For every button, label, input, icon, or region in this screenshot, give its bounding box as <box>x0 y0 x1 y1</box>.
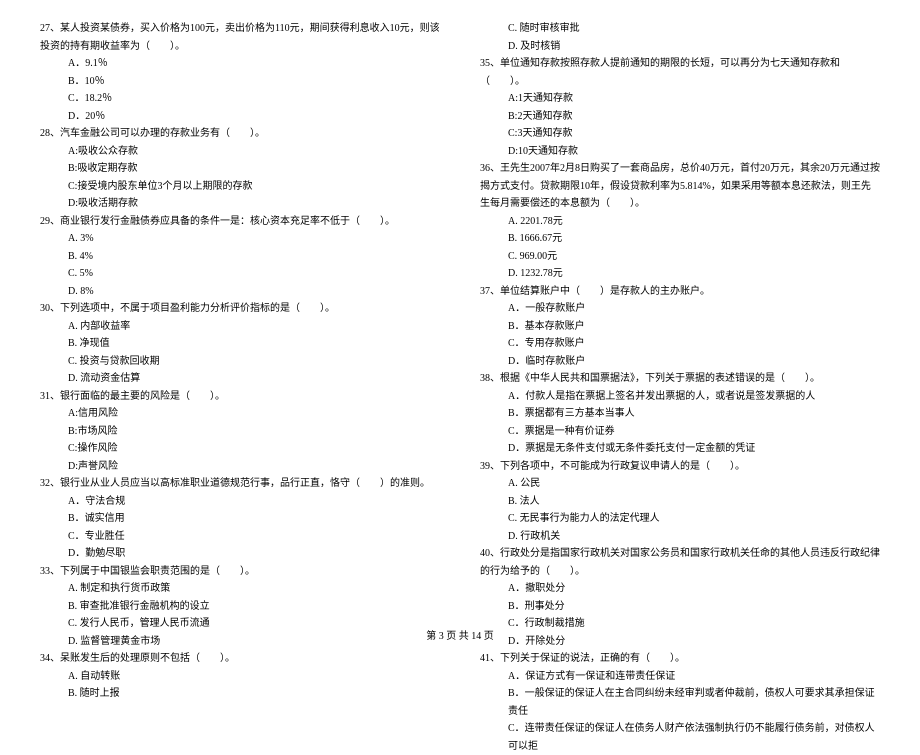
q32-d: D．勤勉尽职 <box>40 545 440 563</box>
q35-stem: 35、单位通知存款按照存款人提前通知的期限的长短，可以再分为七天通知存款和（ ）… <box>480 55 880 90</box>
q37-a: A．一般存款账户 <box>480 300 880 318</box>
q30-stem: 30、下列选项中，不属于项目盈利能力分析评价指标的是（ ）。 <box>40 300 440 318</box>
q38-a: A．付款人是指在票据上签名并发出票据的人，或者说是签发票据的人 <box>480 388 880 406</box>
q29-d: D. 8% <box>40 283 440 301</box>
q31-d: D:声誉风险 <box>40 458 440 476</box>
q31-c: C:操作风险 <box>40 440 440 458</box>
q39-b: B. 法人 <box>480 493 880 511</box>
q40-b: B．刑事处分 <box>480 598 880 616</box>
right-column: C. 随时审核审批 D. 及时核销 35、单位通知存款按照存款人提前通知的期限的… <box>480 20 880 610</box>
q35-d: D:10天通知存款 <box>480 143 880 161</box>
q32-a: A．守法合规 <box>40 493 440 511</box>
q33-b: B. 审查批准银行金融机构的设立 <box>40 598 440 616</box>
q28-c: C:接受境内股东单位3个月以上期限的存款 <box>40 178 440 196</box>
q27-d: D．20％ <box>40 108 440 126</box>
q29-a: A. 3% <box>40 230 440 248</box>
q28-d: D:吸收活期存款 <box>40 195 440 213</box>
q34-stem: 34、呆账发生后的处理原则不包括（ ）。 <box>40 650 440 668</box>
q32-b: B．诚实信用 <box>40 510 440 528</box>
q33-stem: 33、下列属于中国银监会职责范围的是（ ）。 <box>40 563 440 581</box>
q37-d: D．临时存款账户 <box>480 353 880 371</box>
q41-a: A．保证方式有一保证和连带责任保证 <box>480 668 880 686</box>
q31-stem: 31、银行面临的最主要的风险是（ ）。 <box>40 388 440 406</box>
q30-b: B. 净现值 <box>40 335 440 353</box>
q38-d: D．票据是无条件支付或无条件委托支付一定金额的凭证 <box>480 440 880 458</box>
q40-a: A．撤职处分 <box>480 580 880 598</box>
q29-b: B. 4% <box>40 248 440 266</box>
q30-a: A. 内部收益率 <box>40 318 440 336</box>
q35-b: B:2天通知存款 <box>480 108 880 126</box>
q35-a: A:1天通知存款 <box>480 90 880 108</box>
two-column-layout: 27、某人投资某债券，买入价格为100元，卖出价格为110元，期间获得利息收入1… <box>40 20 880 610</box>
q38-b: B．票据都有三方基本当事人 <box>480 405 880 423</box>
q34-c: C. 随时审核审批 <box>480 20 880 38</box>
q33-a: A. 制定和执行货币政策 <box>40 580 440 598</box>
q30-d: D. 流动资金估算 <box>40 370 440 388</box>
q34-b: B. 随时上报 <box>40 685 440 703</box>
q39-c: C. 无民事行为能力人的法定代理人 <box>480 510 880 528</box>
q28-stem: 28、汽车金融公司可以办理的存款业务有（ ）。 <box>40 125 440 143</box>
q29-c: C. 5% <box>40 265 440 283</box>
q29-stem: 29、商业银行发行金融债券应具备的条件一是：核心资本充足率不低于（ ）。 <box>40 213 440 231</box>
q31-b: B:市场风险 <box>40 423 440 441</box>
q28-b: B:吸收定期存款 <box>40 160 440 178</box>
q30-c: C. 投资与贷款回收期 <box>40 353 440 371</box>
q40-stem: 40、行政处分是指国家行政机关对国家公务员和国家行政机关任命的其他人员违反行政纪… <box>480 545 880 580</box>
q34-d: D. 及时核销 <box>480 38 880 56</box>
q36-stem: 36、王先生2007年2月8日购买了一套商品房，总价40万元，首付20万元，其余… <box>480 160 880 213</box>
left-column: 27、某人投资某债券，买入价格为100元，卖出价格为110元，期间获得利息收入1… <box>40 20 440 610</box>
q38-stem: 38、根据《中华人民共和国票据法》，下列关于票据的表述错误的是（ ）。 <box>480 370 880 388</box>
page-footer: 第 3 页 共 14 页 <box>0 627 920 642</box>
q39-d: D. 行政机关 <box>480 528 880 546</box>
q37-stem: 37、单位结算账户中（ ）是存款人的主办账户。 <box>480 283 880 301</box>
q32-stem: 32、银行业从业人员应当以高标准职业道德规范行事，品行正直，恪守（ ）的准则。 <box>40 475 440 493</box>
q36-b: B. 1666.67元 <box>480 230 880 248</box>
q38-c: C．票据是一种有价证券 <box>480 423 880 441</box>
q36-c: C. 969.00元 <box>480 248 880 266</box>
q41-stem: 41、下列关于保证的说法，正确的有（ ）。 <box>480 650 880 668</box>
q27-b: B．10％ <box>40 73 440 91</box>
q35-c: C:3天通知存款 <box>480 125 880 143</box>
q37-c: C．专用存款账户 <box>480 335 880 353</box>
q27-stem: 27、某人投资某债券，买入价格为100元，卖出价格为110元，期间获得利息收入1… <box>40 20 440 55</box>
q36-a: A. 2201.78元 <box>480 213 880 231</box>
q34-a: A. 自动转账 <box>40 668 440 686</box>
q37-b: B．基本存款账户 <box>480 318 880 336</box>
q32-c: C．专业胜任 <box>40 528 440 546</box>
q31-a: A:信用风险 <box>40 405 440 423</box>
q41-b: B．一般保证的保证人在主合同纠纷未经审判或者仲裁前，债权人可要求其承担保证责任 <box>480 685 880 720</box>
q27-a: A．9.1％ <box>40 55 440 73</box>
q27-c: C．18.2％ <box>40 90 440 108</box>
q28-a: A:吸收公众存款 <box>40 143 440 161</box>
q39-a: A. 公民 <box>480 475 880 493</box>
q36-d: D. 1232.78元 <box>480 265 880 283</box>
q39-stem: 39、下列各项中，不可能成为行政复议申请人的是（ ）。 <box>480 458 880 476</box>
q41-c: C．连带责任保证的保证人在债务人财产依法强制执行仍不能履行债务前，对债权人可以拒 <box>480 720 880 755</box>
